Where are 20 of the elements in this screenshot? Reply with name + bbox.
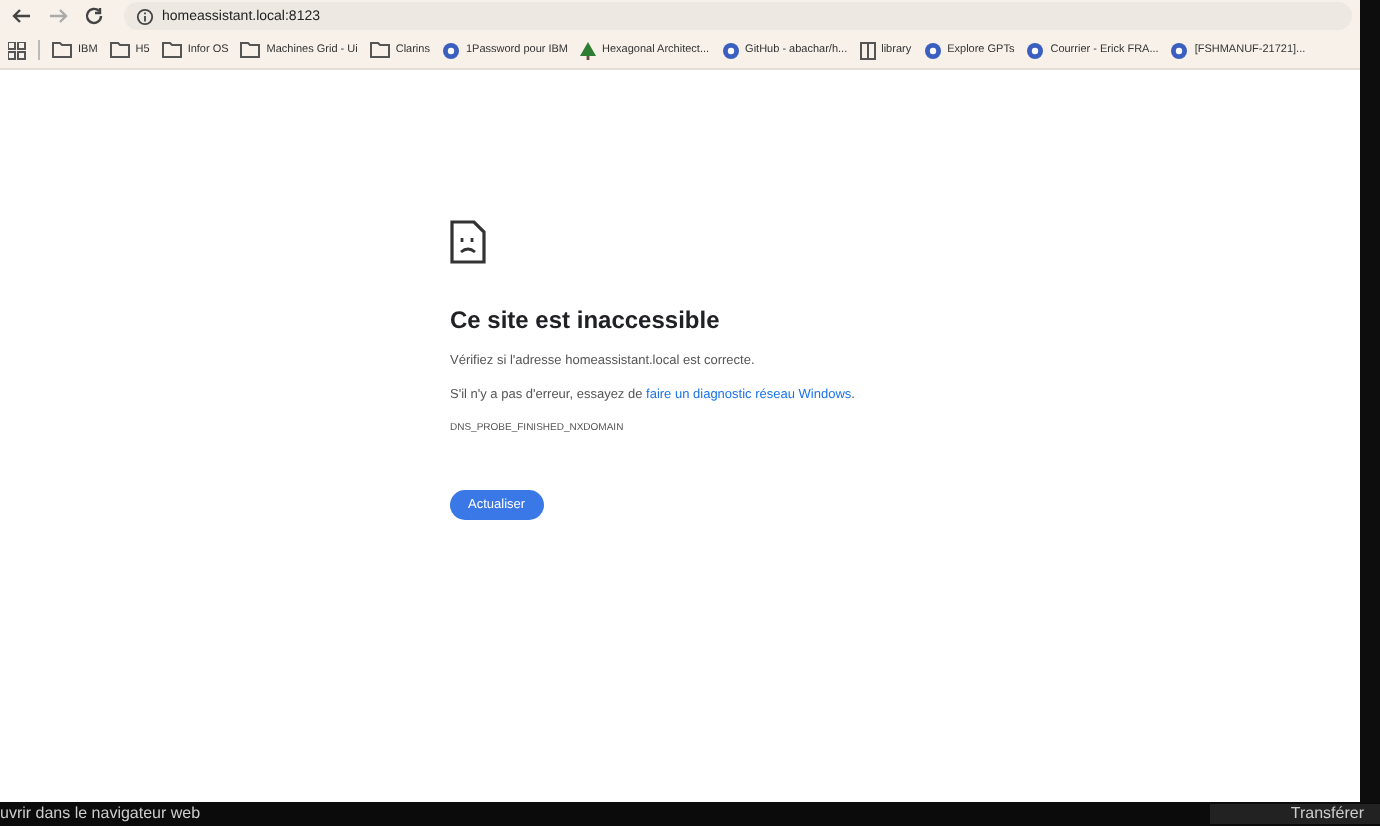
site-icon — [1026, 41, 1045, 59]
folder-icon — [369, 42, 390, 58]
site-icon — [1170, 41, 1189, 59]
site-icon — [441, 41, 460, 59]
folder-icon — [240, 42, 261, 58]
reload-icon[interactable] — [80, 6, 108, 26]
tree-icon — [580, 41, 597, 59]
site-icon — [721, 41, 740, 59]
info-icon[interactable] — [136, 7, 154, 25]
sad-document-icon — [450, 220, 486, 264]
error-title: Ce site est inaccessible — [450, 306, 722, 334]
apps-icon[interactable] — [8, 41, 26, 59]
folder-icon — [52, 42, 72, 58]
open-in-browser-text: uvrir dans le navigateur web — [0, 804, 201, 824]
back-icon[interactable] — [8, 6, 36, 26]
book-icon — [859, 41, 876, 59]
folder-icon — [161, 42, 182, 58]
transfer-text: Transférer — [1210, 804, 1380, 824]
folder-icon — [109, 42, 130, 58]
site-icon — [923, 41, 942, 59]
